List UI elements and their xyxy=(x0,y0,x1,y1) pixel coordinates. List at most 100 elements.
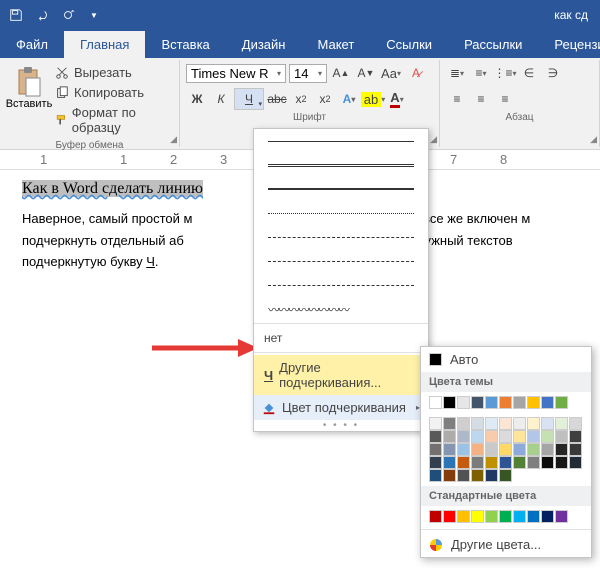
bullets-button[interactable]: ≣▾ xyxy=(446,62,468,84)
underline-color[interactable]: Цвет подчеркивания ▸ xyxy=(254,395,428,420)
color-swatch[interactable] xyxy=(499,456,512,469)
color-swatch[interactable] xyxy=(555,430,568,443)
align-left-button[interactable]: ≡ xyxy=(446,88,468,110)
underline-style-dotted[interactable] xyxy=(254,201,428,225)
clipboard-expand-icon[interactable]: ◢ xyxy=(170,134,177,145)
color-swatch[interactable] xyxy=(513,456,526,469)
italic-button[interactable]: К xyxy=(210,88,232,110)
color-swatch[interactable] xyxy=(541,417,554,430)
increase-indent-button[interactable]: ∋ xyxy=(542,62,564,84)
cut-button[interactable]: Вырезать xyxy=(52,64,173,81)
color-swatch[interactable] xyxy=(485,456,498,469)
highlight-button[interactable]: ab▾ xyxy=(362,88,384,110)
underline-none[interactable]: нет xyxy=(254,326,428,350)
color-swatch[interactable] xyxy=(569,430,582,443)
strikethrough-button[interactable]: abc xyxy=(266,88,288,110)
qat-customize-icon[interactable]: ▼ xyxy=(82,3,106,27)
color-swatch[interactable] xyxy=(485,430,498,443)
color-swatch[interactable] xyxy=(499,417,512,430)
color-swatch[interactable] xyxy=(513,396,526,409)
decrease-indent-button[interactable]: ∈ xyxy=(518,62,540,84)
color-swatch[interactable] xyxy=(541,510,554,523)
color-swatch[interactable] xyxy=(471,417,484,430)
save-button[interactable] xyxy=(4,3,28,27)
color-swatch[interactable] xyxy=(513,443,526,456)
color-swatch[interactable] xyxy=(429,443,442,456)
color-swatch[interactable] xyxy=(443,456,456,469)
color-swatch[interactable] xyxy=(485,443,498,456)
color-swatch[interactable] xyxy=(499,443,512,456)
color-swatch[interactable] xyxy=(541,396,554,409)
color-swatch[interactable] xyxy=(457,443,470,456)
align-right-button[interactable]: ≡ xyxy=(494,88,516,110)
tab-home[interactable]: Главная xyxy=(64,31,145,58)
color-swatch[interactable] xyxy=(513,510,526,523)
color-swatch[interactable] xyxy=(541,430,554,443)
color-swatch[interactable] xyxy=(457,430,470,443)
menu-resize-handle[interactable]: • • • • xyxy=(254,420,428,431)
color-swatch[interactable] xyxy=(457,396,470,409)
other-colors[interactable]: Другие цвета... xyxy=(421,532,591,557)
color-swatch[interactable] xyxy=(457,417,470,430)
paragraph-expand-icon[interactable]: ◢ xyxy=(590,134,597,145)
tab-review[interactable]: Рецензирование xyxy=(538,31,600,58)
color-swatch[interactable] xyxy=(429,456,442,469)
color-swatch[interactable] xyxy=(429,430,442,443)
color-swatch[interactable] xyxy=(443,469,456,482)
color-swatch[interactable] xyxy=(429,510,442,523)
color-swatch[interactable] xyxy=(429,469,442,482)
tab-mailings[interactable]: Рассылки xyxy=(448,31,538,58)
color-swatch[interactable] xyxy=(499,510,512,523)
color-swatch[interactable] xyxy=(555,510,568,523)
font-expand-icon[interactable]: ◢ xyxy=(430,134,437,145)
color-swatch[interactable] xyxy=(471,456,484,469)
paste-button[interactable]: Вставить xyxy=(6,62,52,138)
format-painter-button[interactable]: Формат по образцу xyxy=(52,104,173,136)
color-swatch[interactable] xyxy=(443,510,456,523)
color-swatch[interactable] xyxy=(527,417,540,430)
document-heading[interactable]: Как в Word сделать линию xyxy=(22,180,203,197)
color-swatch[interactable] xyxy=(471,469,484,482)
color-swatch[interactable] xyxy=(499,396,512,409)
color-swatch[interactable] xyxy=(569,456,582,469)
color-swatch[interactable] xyxy=(485,469,498,482)
color-swatch[interactable] xyxy=(555,417,568,430)
superscript-button[interactable]: x2 xyxy=(314,88,336,110)
text-effects-button[interactable]: A▾ xyxy=(338,88,360,110)
numbering-button[interactable]: ≡▾ xyxy=(470,62,492,84)
color-swatch[interactable] xyxy=(527,456,540,469)
color-swatch[interactable] xyxy=(471,510,484,523)
color-swatch[interactable] xyxy=(555,443,568,456)
underline-style-single[interactable] xyxy=(254,129,428,153)
underline-style-dashed[interactable] xyxy=(254,225,428,249)
color-swatch[interactable] xyxy=(443,443,456,456)
underline-style-dot-dash[interactable] xyxy=(254,249,428,273)
color-swatch[interactable] xyxy=(485,510,498,523)
color-swatch[interactable] xyxy=(485,396,498,409)
color-swatch[interactable] xyxy=(541,443,554,456)
align-center-button[interactable]: ≡ xyxy=(470,88,492,110)
color-swatch[interactable] xyxy=(555,456,568,469)
color-swatch[interactable] xyxy=(555,396,568,409)
color-swatch[interactable] xyxy=(443,396,456,409)
font-name-combo[interactable]: Times New R▾ xyxy=(186,64,286,83)
underline-style-double[interactable] xyxy=(254,153,428,177)
tab-insert[interactable]: Вставка xyxy=(145,31,225,58)
tab-design[interactable]: Дизайн xyxy=(226,31,302,58)
font-color-button[interactable]: A▾ xyxy=(386,88,408,110)
multilevel-button[interactable]: ⋮≡▾ xyxy=(494,62,516,84)
color-swatch[interactable] xyxy=(429,417,442,430)
tab-references[interactable]: Ссылки xyxy=(370,31,448,58)
color-swatch[interactable] xyxy=(443,430,456,443)
color-swatch[interactable] xyxy=(471,443,484,456)
underline-style-thick[interactable] xyxy=(254,177,428,201)
font-size-combo[interactable]: 14▾ xyxy=(289,64,327,83)
underline-style-dot-dot-dash[interactable] xyxy=(254,273,428,297)
color-swatch[interactable] xyxy=(471,430,484,443)
color-swatch[interactable] xyxy=(443,417,456,430)
color-swatch[interactable] xyxy=(457,469,470,482)
subscript-button[interactable]: x2 xyxy=(290,88,312,110)
underline-style-wave[interactable]: 〰〰〰〰〰〰〰〰 xyxy=(254,297,428,321)
grow-font-button[interactable]: A▲ xyxy=(330,62,352,84)
color-swatch[interactable] xyxy=(457,510,470,523)
